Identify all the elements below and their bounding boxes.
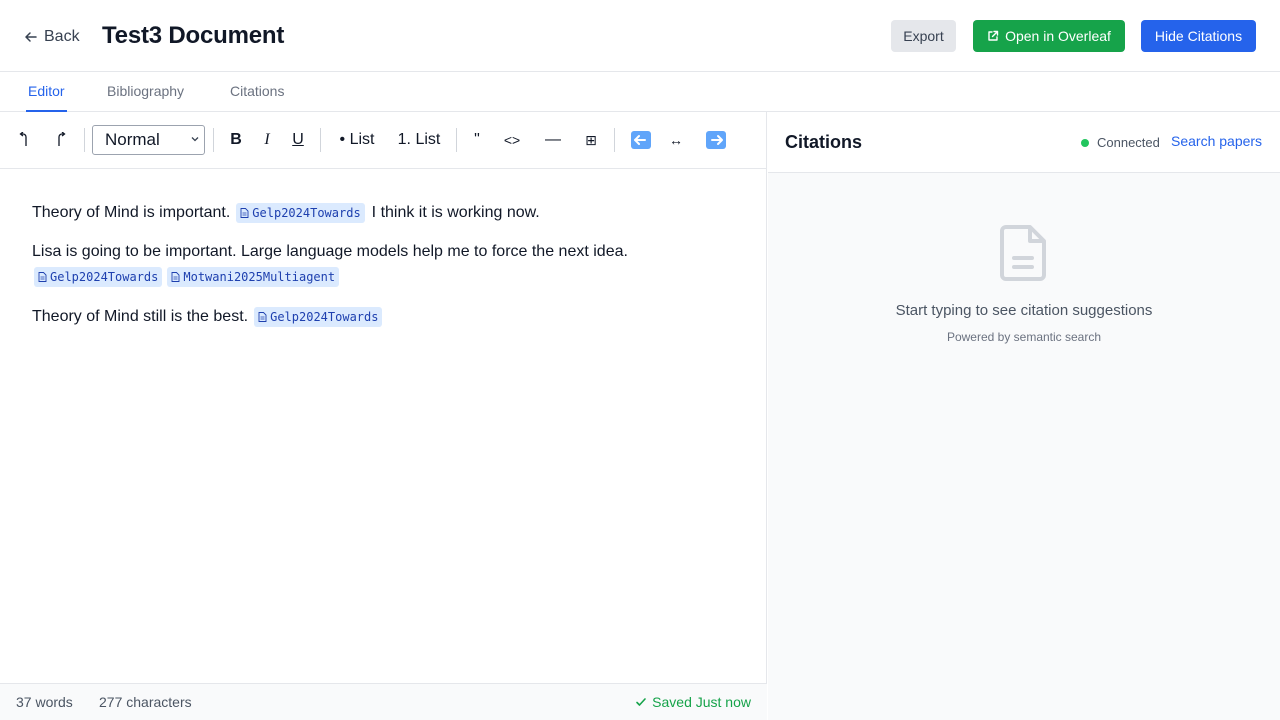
table-button[interactable]: ⊞: [582, 128, 600, 152]
document-icon: [1000, 225, 1046, 281]
align-center-button[interactable]: ↔: [668, 128, 684, 152]
redo-icon: [58, 132, 66, 146]
tab-editor[interactable]: Editor: [26, 72, 67, 112]
status-bar: 37 words 277 characters Saved Just now: [0, 683, 767, 720]
citation-chip[interactable]: Gelp2024Towards: [236, 203, 365, 223]
toolbar-divider: [320, 128, 321, 152]
back-label: Back: [44, 28, 80, 45]
citation-key: Gelp2024Towards: [252, 206, 361, 220]
citations-panel: Citations Connected Search papers Start …: [768, 112, 1280, 720]
citation-chip[interactable]: Gelp2024Towards: [34, 267, 163, 287]
editor-pane: Normal B I U • List 1. List " <> — ⊞ ↔ T…: [0, 112, 767, 720]
arrow-left-box-icon: [631, 131, 651, 149]
undo-icon: [19, 132, 27, 146]
document-icon: [171, 272, 180, 282]
export-button[interactable]: Export: [891, 20, 956, 52]
horizontal-rule-button[interactable]: —: [542, 128, 564, 152]
document-icon: [258, 312, 267, 322]
arrow-left-icon: [25, 32, 37, 42]
search-papers-link[interactable]: Search papers: [1171, 133, 1262, 149]
paragraph[interactable]: Lisa is going to be important. Large lan…: [32, 243, 628, 261]
tab-citations[interactable]: Citations: [230, 72, 284, 112]
hide-citations-button[interactable]: Hide Citations: [1141, 20, 1256, 52]
citations-panel-header: Citations Connected Search papers: [768, 112, 1280, 173]
word-count: 37 words: [16, 694, 73, 710]
undo-button[interactable]: [14, 128, 34, 152]
empty-state-subtext: Powered by semantic search: [946, 330, 1102, 344]
redo-button[interactable]: [51, 128, 71, 152]
italic-button[interactable]: I: [258, 128, 276, 152]
connection-status: Connected: [1081, 135, 1160, 150]
toolbar-divider: [456, 128, 457, 152]
tab-bar: Editor Bibliography Citations: [0, 72, 1280, 112]
bold-button[interactable]: B: [226, 128, 246, 152]
overleaf-label: Open in Overleaf: [1005, 28, 1111, 44]
chevron-down-icon: [191, 137, 199, 142]
check-icon: [636, 698, 646, 706]
underline-button[interactable]: U: [288, 128, 308, 152]
align-right-button[interactable]: [704, 128, 728, 152]
document-icon: [38, 272, 47, 282]
paragraph-text: Theory of Mind still is the best.: [32, 308, 249, 325]
citation-chip[interactable]: Motwani2025Multiagent: [167, 267, 340, 287]
code-button[interactable]: <>: [500, 128, 524, 152]
citations-panel-title: Citations: [785, 132, 863, 152]
text-style-value: Normal: [105, 130, 160, 149]
toolbar-divider: [84, 128, 85, 152]
arrow-right-box-icon: [706, 131, 726, 149]
editor-toolbar: Normal B I U • List 1. List " <> — ⊞ ↔: [0, 112, 767, 169]
tab-bibliography[interactable]: Bibliography: [107, 72, 184, 112]
connection-label: Connected: [1097, 135, 1160, 150]
numbered-list-button[interactable]: 1. List: [396, 128, 442, 152]
back-button[interactable]: Back: [24, 26, 80, 48]
text-style-select[interactable]: Normal: [92, 125, 205, 155]
quote-button[interactable]: ": [469, 128, 485, 152]
page-title: Test3 Document: [102, 22, 285, 49]
paragraph-text: Lisa is going to be important. Large lan…: [32, 243, 628, 260]
open-in-overleaf-button[interactable]: Open in Overleaf: [973, 20, 1125, 52]
character-count: 277 characters: [99, 694, 192, 710]
citation-key: Motwani2025Multiagent: [183, 270, 336, 284]
paragraph[interactable]: Theory of Mind still is the best. Gelp20…: [32, 307, 383, 327]
paragraph-text: Theory of Mind is important.: [32, 204, 231, 221]
citation-row: Gelp2024Towards Motwani2025Multiagent: [28, 267, 340, 287]
toolbar-divider: [213, 128, 214, 152]
toolbar-divider: [614, 128, 615, 152]
header-bar: Back Test3 Document Export Open in Overl…: [0, 0, 1280, 72]
paragraph-text: I think it is working now.: [371, 204, 540, 221]
paragraph[interactable]: Theory of Mind is important. Gelp2024Tow…: [32, 203, 540, 223]
citation-key: Gelp2024Towards: [270, 310, 379, 324]
align-left-button[interactable]: [629, 128, 653, 152]
save-status: Saved Just now: [635, 694, 751, 710]
status-dot-icon: [1081, 138, 1089, 147]
save-status-text: Saved Just now: [652, 694, 751, 710]
citation-chip[interactable]: Gelp2024Towards: [254, 307, 383, 327]
bullet-list-button[interactable]: • List: [334, 128, 380, 152]
empty-state-message: Start typing to see citation suggestions: [895, 302, 1153, 319]
document-icon: [240, 208, 249, 218]
external-link-icon: [988, 30, 999, 41]
citation-key: Gelp2024Towards: [50, 270, 159, 284]
